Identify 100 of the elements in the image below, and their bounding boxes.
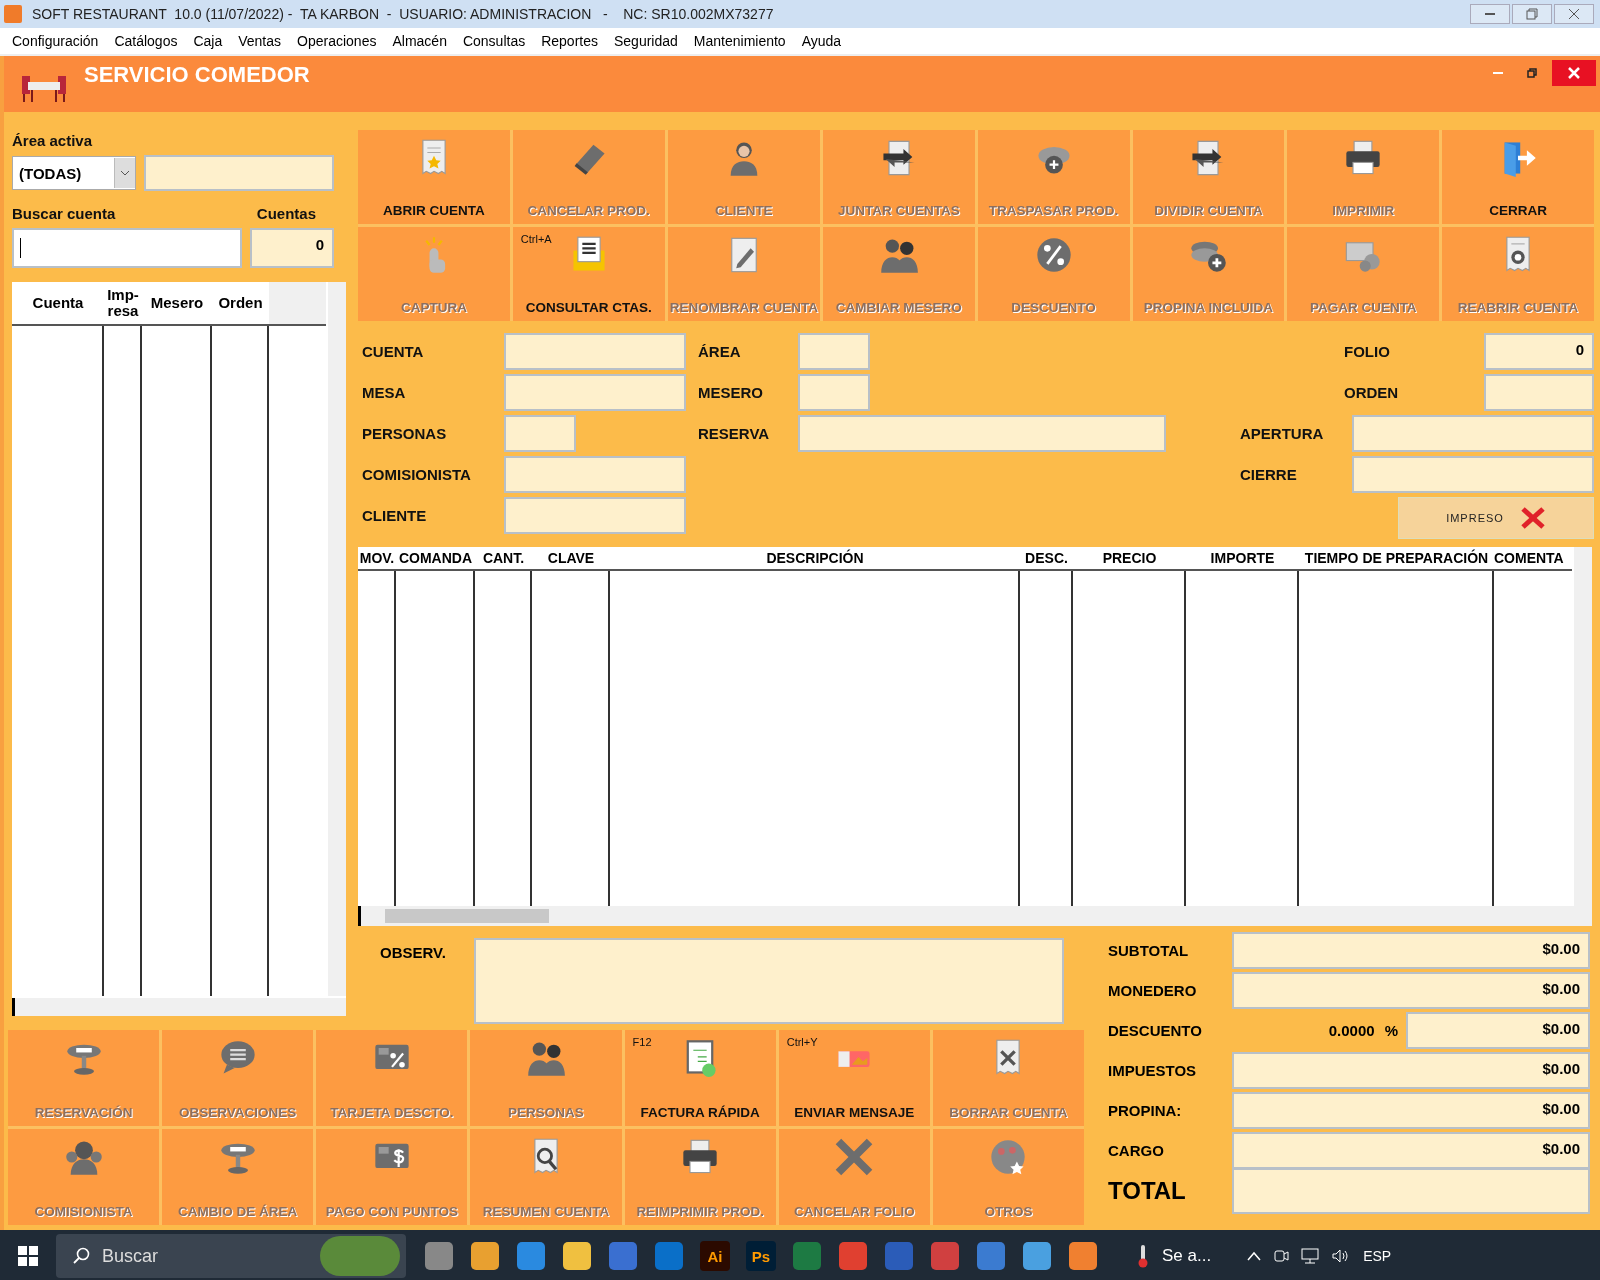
column-header[interactable]: Cuenta xyxy=(12,282,104,324)
amount-field: $0.00 xyxy=(1232,1132,1590,1169)
field-label: CUENTA xyxy=(362,343,425,360)
volume-icon[interactable] xyxy=(1331,1248,1350,1264)
network-icon[interactable] xyxy=(1301,1248,1320,1264)
column-header[interactable]: CLAVE xyxy=(532,547,610,569)
column-header[interactable]: TIEMPO DE PREPARACIÓN xyxy=(1299,547,1494,569)
column-header[interactable]: CANT. xyxy=(475,547,532,569)
percent-sign: % xyxy=(1384,1022,1398,1039)
field-label: MESERO xyxy=(698,384,764,401)
input-field[interactable] xyxy=(1484,374,1594,411)
menu-item[interactable]: Ventas xyxy=(230,33,290,49)
amount-field: $0.00 xyxy=(1406,1012,1590,1049)
menu-item[interactable]: Configuración xyxy=(4,33,107,49)
chevron-up-icon[interactable] xyxy=(1247,1251,1262,1261)
input-field[interactable] xyxy=(798,415,1166,452)
input-field[interactable] xyxy=(504,497,686,534)
shortcut-label: Ctrl+Y xyxy=(786,1036,818,1048)
column-header[interactable]: COMENTA xyxy=(1494,547,1570,569)
close-icon xyxy=(1567,66,1581,80)
search-field[interactable]: Buscar xyxy=(56,1234,406,1278)
field-label: FOLIO xyxy=(1344,343,1391,360)
input-field[interactable] xyxy=(504,333,686,370)
language-indicator[interactable]: ESP xyxy=(1363,1248,1392,1264)
field-label: Buscar cuenta xyxy=(12,205,116,222)
input-field[interactable] xyxy=(504,456,686,493)
area-dropdown[interactable]: (TODAS) xyxy=(12,156,136,190)
cross-icon xyxy=(1519,506,1546,530)
scrollbar[interactable] xyxy=(1574,547,1592,906)
field-label: ORDEN xyxy=(1344,384,1400,401)
observations-field[interactable] xyxy=(473,938,1064,1024)
input-field[interactable] xyxy=(1352,415,1594,452)
field-label: MONEDERO xyxy=(1108,982,1198,999)
column-header[interactable]: DESC. xyxy=(1020,547,1073,569)
field-label: MESA xyxy=(362,384,407,401)
close-button[interactable] xyxy=(1554,4,1594,24)
action-button[interactable]: CERRAR xyxy=(1442,130,1594,224)
input-field[interactable] xyxy=(504,415,576,452)
input-field[interactable] xyxy=(504,374,686,411)
field-label: Área activa xyxy=(12,132,94,149)
field-label: Cuentas xyxy=(256,205,316,222)
amount-field: $0.00 xyxy=(1232,932,1590,969)
scrollbar[interactable] xyxy=(328,282,346,996)
column-header[interactable]: MOV. xyxy=(358,547,396,569)
minimize-button[interactable] xyxy=(1470,4,1510,24)
input-field[interactable] xyxy=(798,333,870,370)
menu-item[interactable]: Reportes xyxy=(533,33,606,49)
amount-field: $0.00 xyxy=(1232,972,1590,1009)
minimize-icon xyxy=(1485,13,1495,15)
app-icon xyxy=(4,5,22,23)
column-header[interactable]: Imp-resa xyxy=(104,282,142,324)
column-header[interactable]: Orden xyxy=(212,282,269,324)
menu-item[interactable]: Mantenimiento xyxy=(685,33,794,49)
menu-item[interactable]: Ayuda xyxy=(793,33,850,49)
printed-button[interactable]: IMPRESO xyxy=(1398,497,1594,539)
camera-icon[interactable] xyxy=(1273,1248,1290,1264)
scrollbar[interactable] xyxy=(358,906,1592,926)
column-header[interactable]: DESCRIPCIÓN xyxy=(610,547,1020,569)
input-field[interactable] xyxy=(798,374,870,411)
search-icon xyxy=(72,1247,90,1265)
app-icon[interactable]: Ai xyxy=(700,1241,730,1271)
search-field[interactable] xyxy=(12,228,242,268)
menu-item[interactable]: Caja xyxy=(185,33,231,49)
input-field[interactable] xyxy=(144,155,334,191)
total-label: TOTAL xyxy=(1108,1176,1187,1205)
field-label: RESERVA xyxy=(698,425,771,442)
scrollbar[interactable] xyxy=(12,998,346,1016)
menu-item[interactable]: Operaciones xyxy=(289,33,385,49)
action-button[interactable]: ABRIR CUENTA xyxy=(358,130,510,224)
column-header[interactable]: COMANDA xyxy=(396,547,475,569)
minimize-icon xyxy=(1493,72,1503,74)
app-icon[interactable]: Ps xyxy=(746,1241,776,1271)
form-title: SERVICIO COMEDOR xyxy=(84,62,311,88)
weather-text: Se a... xyxy=(1162,1246,1212,1266)
menu-item[interactable]: Consultas xyxy=(454,33,534,49)
menu-item[interactable]: Catálogos xyxy=(106,33,186,49)
column-header[interactable]: Mesero xyxy=(142,282,212,324)
column-header[interactable]: PRECIO xyxy=(1073,547,1186,569)
input-field[interactable] xyxy=(1352,456,1594,493)
restore-icon xyxy=(1526,8,1538,20)
amount-field: $0.00 xyxy=(1232,1052,1590,1089)
field-label: DESCUENTO xyxy=(1108,1022,1203,1039)
field-label: CIERRE xyxy=(1240,466,1298,483)
header-filler xyxy=(269,282,326,324)
menu-item[interactable]: Seguridad xyxy=(606,33,686,49)
field-label: COMISIONISTA xyxy=(362,466,472,483)
action-button[interactable]: F12 FACTURA RÁPIDA xyxy=(624,1030,776,1126)
action-button[interactable]: Ctrl+Y ENVIAR MENSAJE xyxy=(778,1030,930,1126)
field-label: PROPINA: xyxy=(1108,1102,1183,1119)
action-button[interactable]: Ctrl+A CONSULTAR CTAS. xyxy=(512,227,665,321)
field-label: PERSONAS xyxy=(362,425,448,442)
field-label: ÁREA xyxy=(698,343,742,360)
close-button[interactable] xyxy=(1552,60,1596,86)
field-label: APERTURA xyxy=(1240,425,1325,442)
input-field[interactable]: 0 xyxy=(1484,333,1594,370)
field-label: CLIENTE xyxy=(362,507,428,524)
column-header[interactable]: IMPORTE xyxy=(1186,547,1299,569)
menu-item[interactable]: Almacén xyxy=(384,33,455,49)
shortcut-label: Ctrl+A xyxy=(520,233,552,245)
field-label: CARGO xyxy=(1108,1142,1165,1159)
